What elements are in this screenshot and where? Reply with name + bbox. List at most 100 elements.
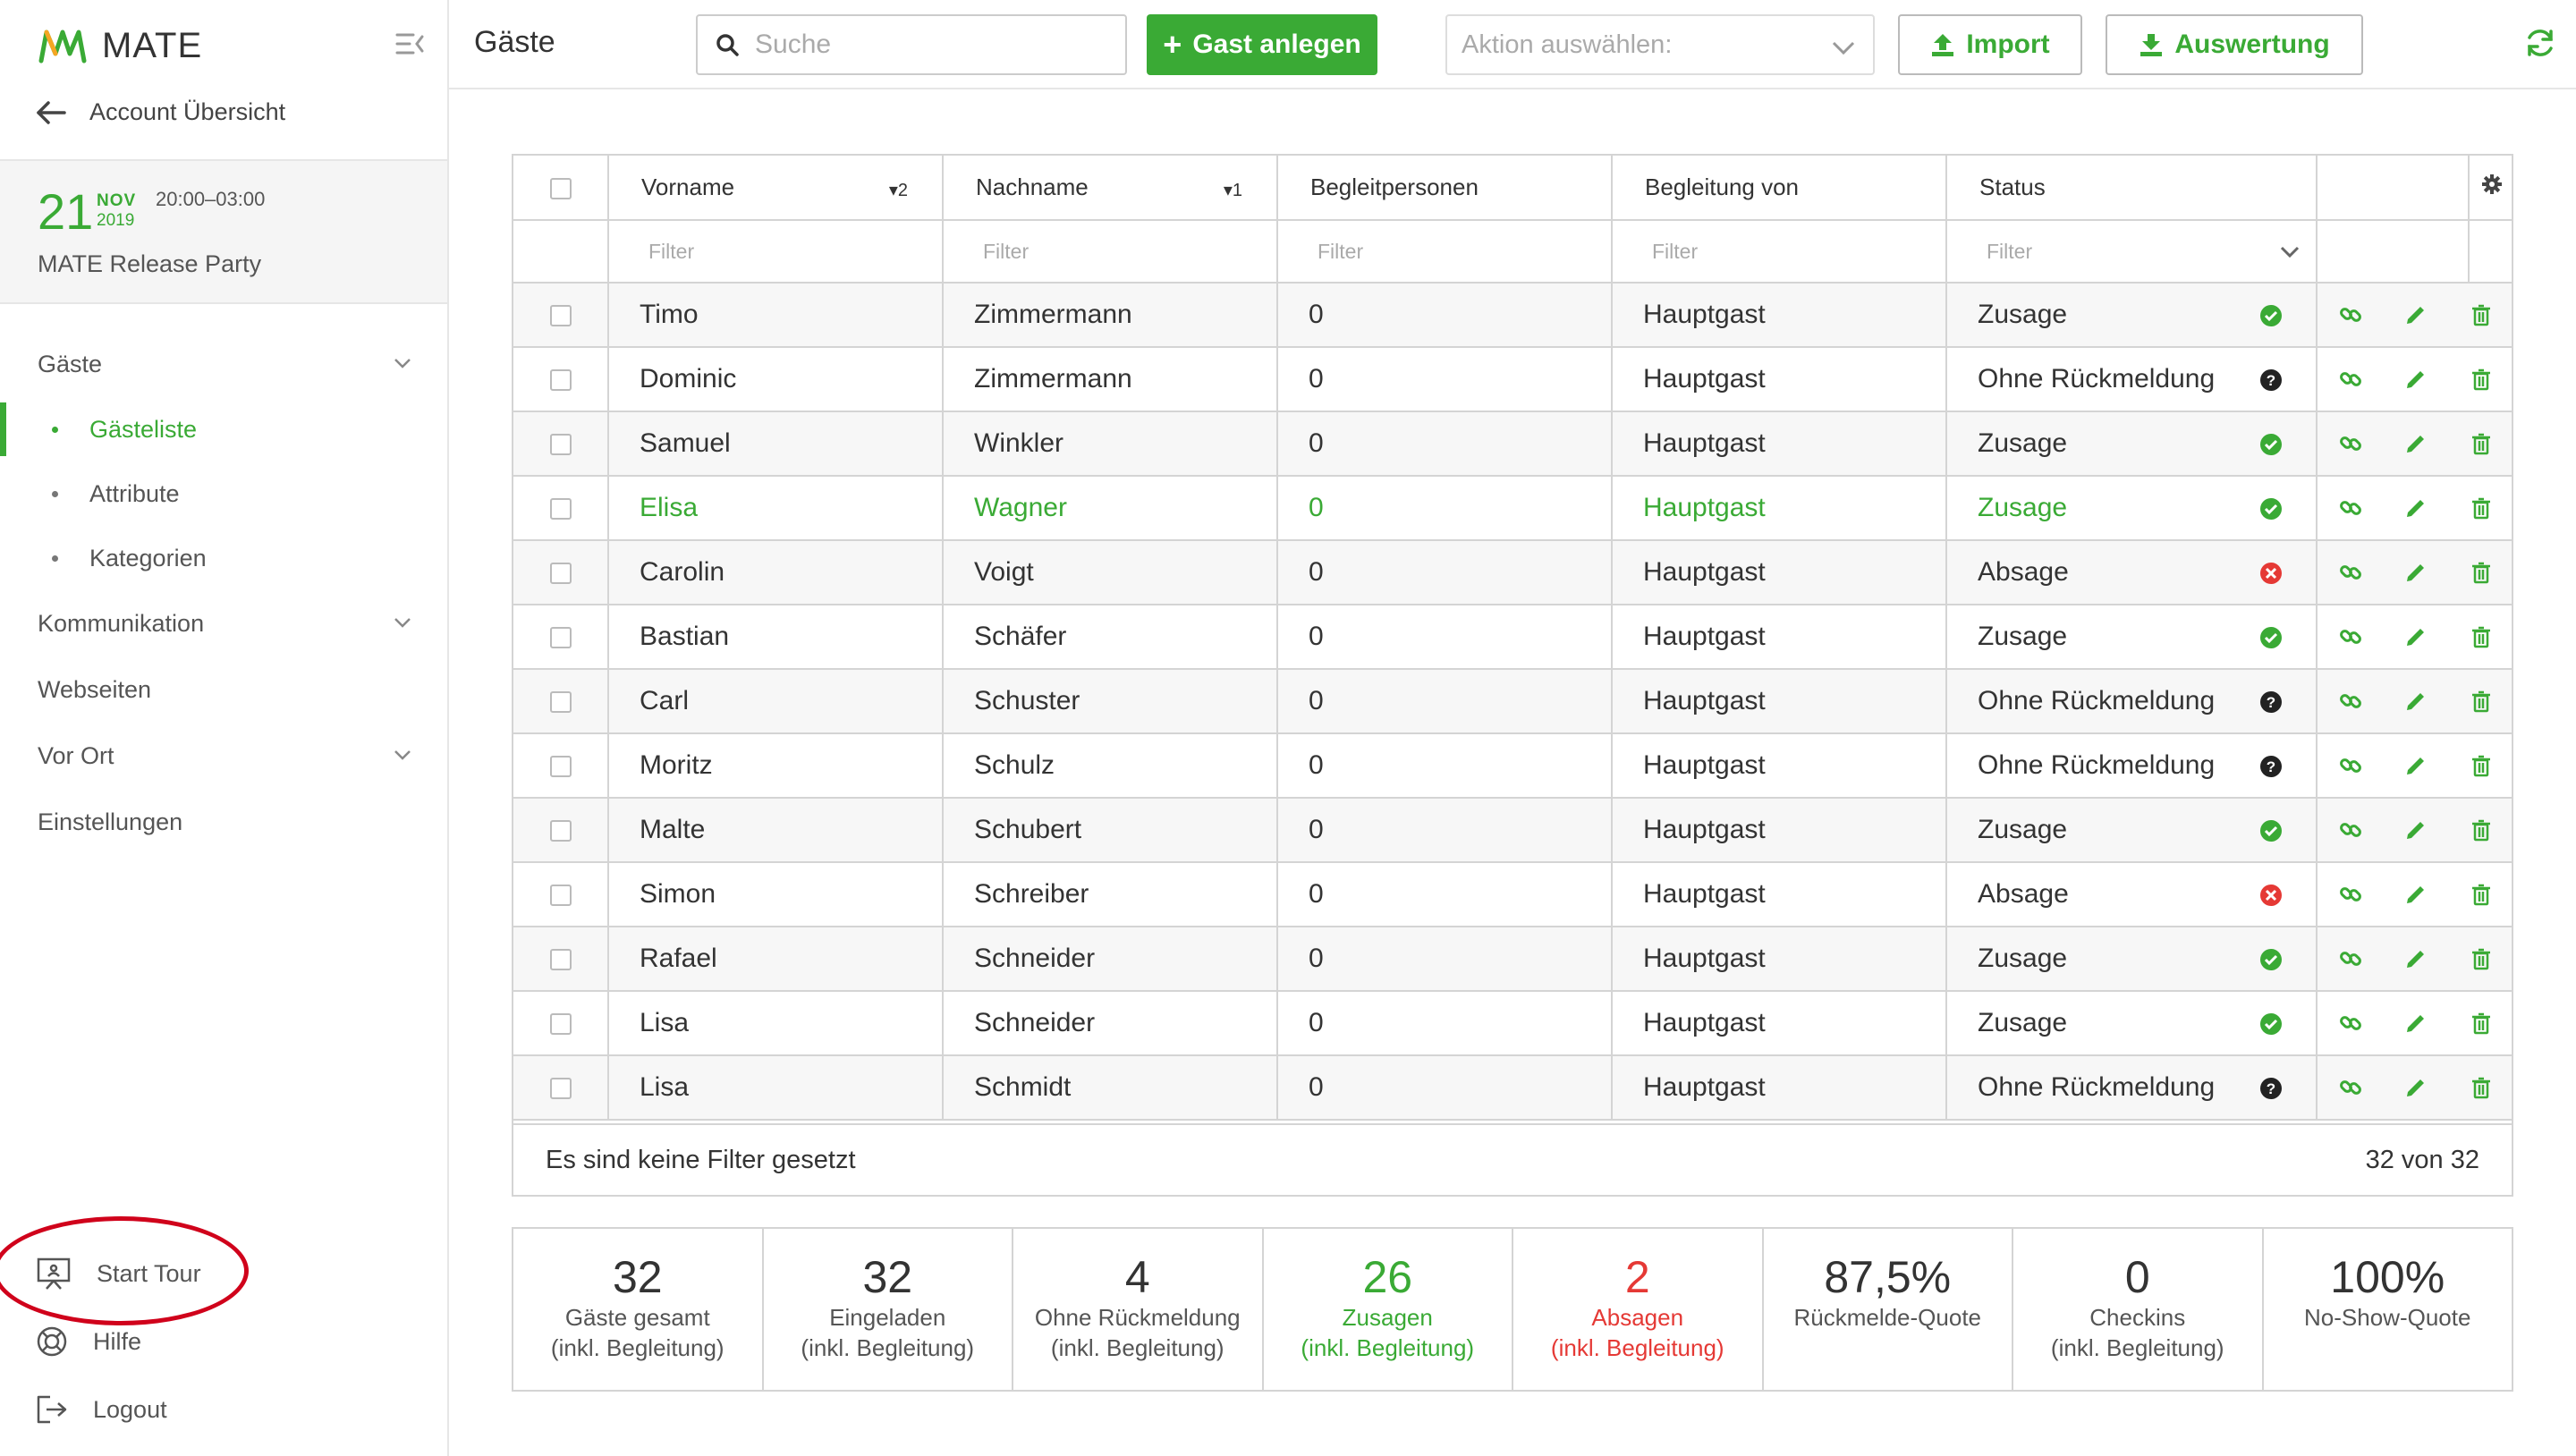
trash-icon[interactable] — [2469, 624, 2494, 649]
pencil-icon[interactable] — [2403, 882, 2428, 907]
row-checkbox[interactable] — [549, 1013, 572, 1036]
pencil-icon[interactable] — [2403, 302, 2428, 327]
table-row[interactable]: Dominic Zimmermann 0 Hauptgast Ohne Rückmeld… — [513, 347, 2512, 412]
row-checkbox[interactable] — [549, 1078, 572, 1100]
pencil-icon[interactable] — [2403, 753, 2428, 778]
add-guest-button[interactable]: + Gast anlegen — [1147, 14, 1377, 75]
sidebar-item-gaesteliste[interactable]: Gästeliste — [0, 397, 447, 461]
link-icon[interactable] — [2338, 946, 2363, 971]
link-icon[interactable] — [2338, 1075, 2363, 1100]
column-header-status[interactable]: Status — [1946, 156, 2318, 221]
link-icon[interactable] — [2338, 882, 2363, 907]
link-icon[interactable] — [2338, 753, 2363, 778]
filter-status[interactable]: Filter — [1946, 220, 2318, 284]
filter-nachname[interactable]: Filter — [943, 220, 1278, 284]
trash-icon[interactable] — [2469, 1011, 2494, 1036]
search-input[interactable] — [755, 30, 1113, 60]
row-checkbox[interactable] — [549, 498, 572, 521]
collapse-sidebar-icon[interactable] — [395, 30, 426, 59]
sidebar-item-gaeste[interactable]: Gäste — [0, 331, 447, 397]
row-checkbox[interactable] — [549, 305, 572, 327]
table-row[interactable]: Timo Zimmermann 0 Hauptgast Zusage — [513, 283, 2512, 348]
auswertung-button[interactable]: Auswertung — [2106, 14, 2363, 75]
column-header-begleitpersonen[interactable]: Begleitpersonen — [1277, 156, 1613, 221]
row-checkbox[interactable] — [549, 820, 572, 842]
pencil-icon[interactable] — [2403, 817, 2428, 842]
row-checkbox[interactable] — [549, 627, 572, 649]
row-actions-group — [2318, 1075, 2512, 1100]
table-row[interactable]: Elisa Wagner 0 Hauptgast Zusage — [513, 476, 2512, 541]
pencil-icon[interactable] — [2403, 624, 2428, 649]
table-row[interactable]: Lisa Schneider 0 Hauptgast Zusage — [513, 991, 2512, 1056]
table-row[interactable]: Lisa Schmidt 0 Hauptgast Ohne Rückmeldung? — [513, 1055, 2512, 1121]
trash-icon[interactable] — [2469, 1075, 2494, 1100]
pencil-icon[interactable] — [2403, 431, 2428, 456]
action-select[interactable]: Aktion auswählen: — [1445, 14, 1875, 75]
column-header-begleitung-von[interactable]: Begleitung von — [1612, 156, 1947, 221]
row-checkbox[interactable] — [549, 885, 572, 907]
refresh-icon[interactable] — [2524, 27, 2556, 59]
event-card[interactable]: 21 NOV 2019 20:00–03:00 MATE Release Par… — [0, 159, 447, 304]
pencil-icon[interactable] — [2403, 1011, 2428, 1036]
table-row[interactable]: Carl Schuster 0 Hauptgast Ohne Rückmeldung? — [513, 669, 2512, 734]
link-icon[interactable] — [2338, 1011, 2363, 1036]
search-box[interactable] — [696, 14, 1127, 75]
trash-icon[interactable] — [2469, 367, 2494, 392]
row-actions — [2317, 476, 2512, 541]
sidebar-item-attribute[interactable]: Attribute — [0, 461, 447, 526]
pencil-icon[interactable] — [2403, 1075, 2428, 1100]
pencil-icon[interactable] — [2403, 689, 2428, 714]
link-icon[interactable] — [2338, 302, 2363, 327]
trash-icon[interactable] — [2469, 431, 2494, 456]
table-row[interactable]: Malte Schubert 0 Hauptgast Zusage — [513, 798, 2512, 863]
pencil-icon[interactable] — [2403, 560, 2428, 585]
sidebar-item-einstellungen[interactable]: Einstellungen — [0, 789, 447, 855]
table-row[interactable]: Rafael Schneider 0 Hauptgast Zusage — [513, 927, 2512, 992]
row-checkbox[interactable] — [549, 434, 572, 456]
sidebar-item-vor-ort[interactable]: Vor Ort — [0, 723, 447, 789]
link-icon[interactable] — [2338, 689, 2363, 714]
row-checkbox[interactable] — [549, 369, 572, 392]
column-header-vorname[interactable]: Vorname ▾2 — [608, 156, 944, 221]
trash-icon[interactable] — [2469, 302, 2494, 327]
trash-icon[interactable] — [2469, 495, 2494, 521]
row-actions-group — [2318, 689, 2512, 714]
gear-icon[interactable] — [2481, 174, 2503, 195]
link-icon[interactable] — [2338, 431, 2363, 456]
trash-icon[interactable] — [2469, 560, 2494, 585]
sidebar-item-kommunikation[interactable]: Kommunikation — [0, 590, 447, 656]
link-icon[interactable] — [2338, 560, 2363, 585]
mate-logo[interactable]: MATE — [38, 21, 202, 70]
row-checkbox[interactable] — [549, 563, 572, 585]
trash-icon[interactable] — [2469, 689, 2494, 714]
pencil-icon[interactable] — [2403, 367, 2428, 392]
pencil-icon[interactable] — [2403, 946, 2428, 971]
link-icon[interactable] — [2338, 817, 2363, 842]
sidebar-item-kategorien[interactable]: Kategorien — [0, 526, 447, 590]
column-header-nachname[interactable]: Nachname ▾1 — [943, 156, 1278, 221]
table-row[interactable]: Moritz Schulz 0 Hauptgast Ohne Rückmeldung? — [513, 733, 2512, 799]
trash-icon[interactable] — [2469, 817, 2494, 842]
row-checkbox[interactable] — [549, 756, 572, 778]
link-icon[interactable] — [2338, 367, 2363, 392]
filter-begleitpersonen[interactable]: Filter — [1277, 220, 1613, 284]
row-checkbox[interactable] — [549, 691, 572, 714]
table-row[interactable]: Bastian Schäfer 0 Hauptgast Zusage — [513, 605, 2512, 670]
filter-begleitung-von[interactable]: Filter — [1612, 220, 1947, 284]
trash-icon[interactable] — [2469, 946, 2494, 971]
select-all-checkbox[interactable] — [549, 178, 572, 200]
table-row[interactable]: Simon Schreiber 0 Hauptgast Absage — [513, 862, 2512, 927]
logout-button[interactable]: Logout — [0, 1376, 447, 1443]
back-to-account[interactable]: Account Übersicht — [36, 98, 285, 126]
trash-icon[interactable] — [2469, 882, 2494, 907]
table-row[interactable]: Carolin Voigt 0 Hauptgast Absage — [513, 540, 2512, 605]
link-icon[interactable] — [2338, 495, 2363, 521]
trash-icon[interactable] — [2469, 753, 2494, 778]
link-icon[interactable] — [2338, 624, 2363, 649]
filter-vorname[interactable]: Filter — [608, 220, 944, 284]
row-checkbox[interactable] — [549, 949, 572, 971]
pencil-icon[interactable] — [2403, 495, 2428, 521]
import-button[interactable]: Import — [1898, 14, 2082, 75]
table-row[interactable]: Samuel Winkler 0 Hauptgast Zusage — [513, 411, 2512, 477]
sidebar-item-webseiten[interactable]: Webseiten — [0, 656, 447, 723]
